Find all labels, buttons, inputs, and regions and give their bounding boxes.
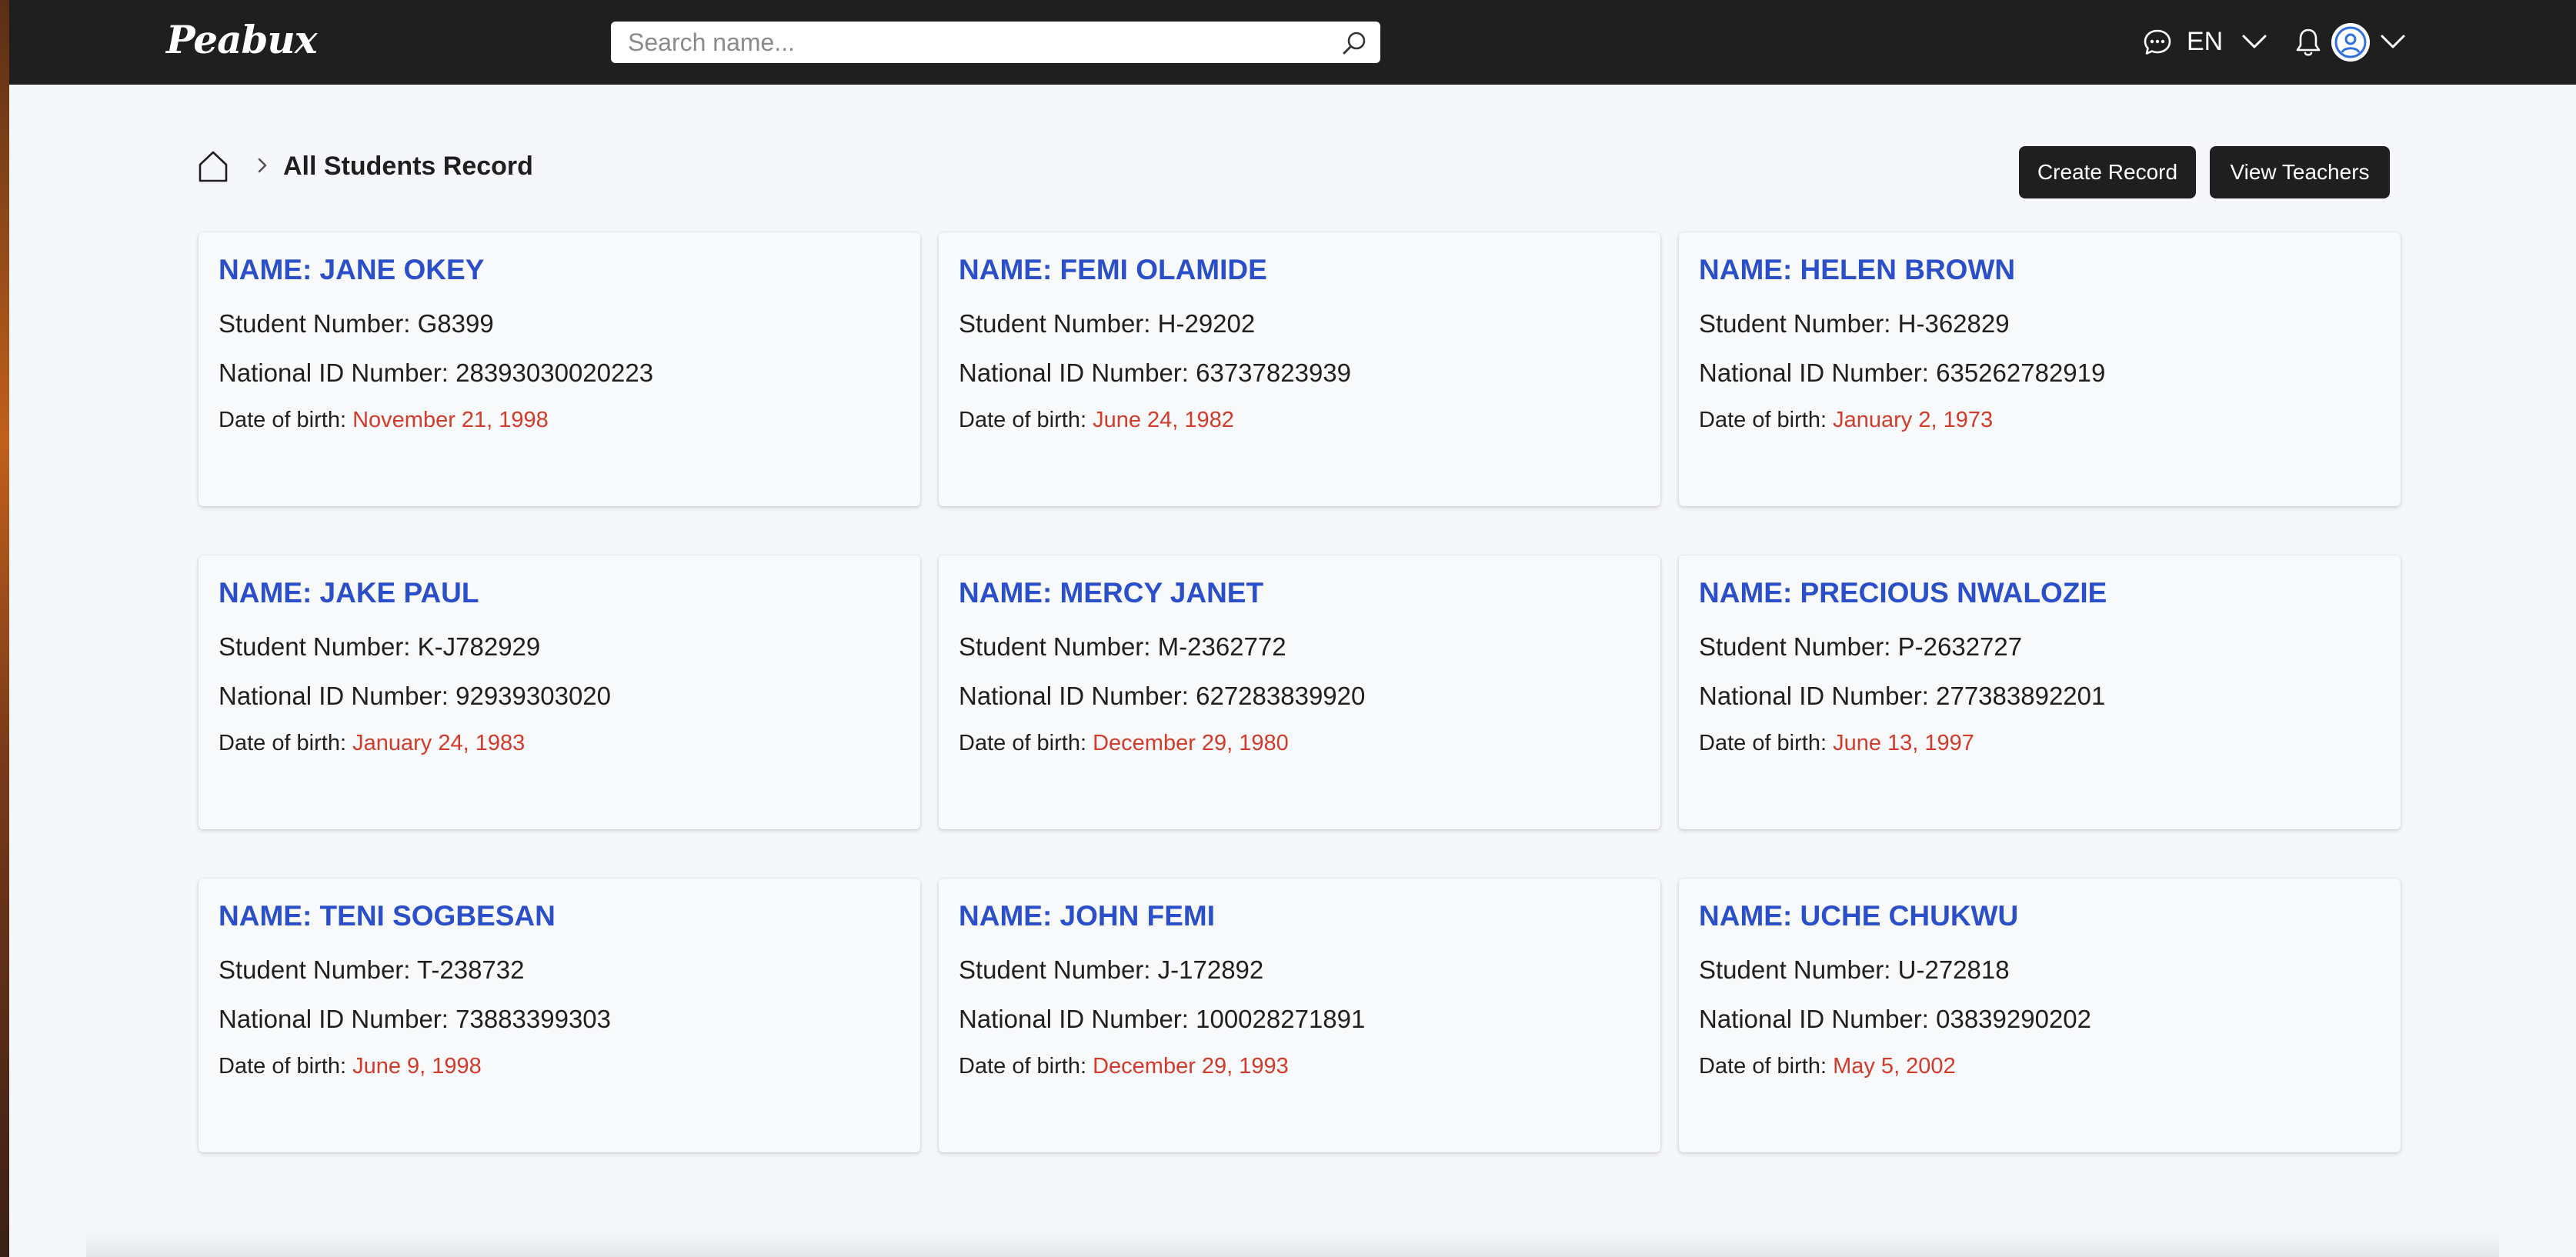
national-id: National ID Number: 03839290202 [1699, 1005, 2092, 1033]
footer-shadow [86, 1231, 2499, 1257]
national-id: National ID Number: 627283839920 [959, 682, 1366, 710]
student-number: Student Number: K-J782929 [219, 632, 541, 661]
student-card[interactable]: NAME: FEMI OLAMIDE Student Number: H-292… [939, 232, 1660, 506]
national-id: National ID Number: 73883399303 [219, 1005, 612, 1033]
student-number: Student Number: H-29202 [959, 309, 1256, 338]
student-number: Student Number: H-362829 [1699, 309, 2010, 338]
user-circle-icon[interactable] [2331, 23, 2370, 62]
student-name[interactable]: NAME: HELEN BROWN [1699, 254, 2015, 286]
student-name[interactable]: NAME: MERCY JANET [959, 577, 1263, 609]
student-number: Student Number: G8399 [219, 309, 494, 338]
national-id: National ID Number: 63737823939 [959, 358, 1352, 387]
student-name[interactable]: NAME: JANE OKEY [219, 254, 484, 286]
app-window: Peabux EN [9, 0, 2576, 1257]
search-bar [611, 22, 1380, 63]
date-of-birth: Date of birth: June 9, 1998 [219, 1054, 482, 1079]
student-card[interactable]: NAME: PRECIOUS NWALOZIE Student Number: … [1679, 555, 2401, 829]
chevron-right-icon [258, 158, 267, 173]
view-teachers-button[interactable]: View Teachers [2210, 146, 2390, 198]
chevron-down-icon[interactable] [2379, 29, 2407, 54]
date-of-birth: Date of birth: June 13, 1997 [1699, 731, 1974, 755]
date-of-birth: Date of birth: June 24, 1982 [959, 408, 1234, 432]
national-id: National ID Number: 635262782919 [1699, 358, 2106, 387]
date-of-birth: Date of birth: May 5, 2002 [1699, 1054, 1956, 1079]
student-name[interactable]: NAME: JAKE PAUL [219, 577, 479, 609]
student-name[interactable]: NAME: TENI SOGBESAN [219, 900, 556, 932]
date-of-birth: Date of birth: December 29, 1980 [959, 731, 1289, 755]
student-card[interactable]: NAME: JANE OKEY Student Number: G8399 Na… [199, 232, 920, 506]
student-card[interactable]: NAME: UCHE CHUKWU Student Number: U-2728… [1679, 879, 2401, 1152]
student-card[interactable]: NAME: JOHN FEMI Student Number: J-172892… [939, 879, 1660, 1152]
top-navbar: Peabux EN [9, 0, 2576, 85]
student-number: Student Number: M-2362772 [959, 632, 1286, 661]
student-card[interactable]: NAME: TENI SOGBESAN Student Number: T-23… [199, 879, 920, 1152]
date-of-birth: Date of birth: January 2, 1973 [1699, 408, 1994, 432]
student-number: Student Number: J-172892 [959, 955, 1264, 984]
student-card[interactable]: NAME: HELEN BROWN Student Number: H-3628… [1679, 232, 2401, 506]
national-id: National ID Number: 28393030020223 [219, 358, 654, 387]
student-number: Student Number: T-238732 [219, 955, 525, 984]
student-name[interactable]: NAME: PRECIOUS NWALOZIE [1699, 577, 2107, 609]
home-icon[interactable] [197, 149, 229, 183]
chat-icon[interactable] [2142, 27, 2173, 58]
page-title: All Students Record [283, 152, 533, 181]
date-of-birth: Date of birth: November 21, 1998 [219, 408, 549, 432]
chevron-down-icon[interactable] [2241, 29, 2268, 54]
student-number: Student Number: P-2632727 [1699, 632, 2023, 661]
search-input[interactable] [611, 22, 1320, 63]
date-of-birth: Date of birth: January 24, 1983 [219, 731, 526, 755]
national-id: National ID Number: 92939303020 [219, 682, 612, 710]
language-selector[interactable]: EN [2187, 26, 2223, 57]
desktop-background [0, 0, 9, 1257]
app-logo[interactable]: Peabux [166, 17, 318, 62]
national-id: National ID Number: 100028271891 [959, 1005, 1366, 1033]
date-of-birth: Date of birth: December 29, 1993 [959, 1054, 1289, 1079]
national-id: National ID Number: 277383892201 [1699, 682, 2106, 710]
student-card[interactable]: NAME: JAKE PAUL Student Number: K-J78292… [199, 555, 920, 829]
bell-icon[interactable] [2293, 26, 2324, 58]
student-number: Student Number: U-272818 [1699, 955, 2010, 984]
student-card[interactable]: NAME: MERCY JANET Student Number: M-2362… [939, 555, 1660, 829]
search-icon[interactable] [1340, 29, 1368, 57]
student-name[interactable]: NAME: UCHE CHUKWU [1699, 900, 2018, 932]
create-record-button[interactable]: Create Record [2019, 146, 2196, 198]
student-name[interactable]: NAME: JOHN FEMI [959, 900, 1215, 932]
student-name[interactable]: NAME: FEMI OLAMIDE [959, 254, 1267, 286]
